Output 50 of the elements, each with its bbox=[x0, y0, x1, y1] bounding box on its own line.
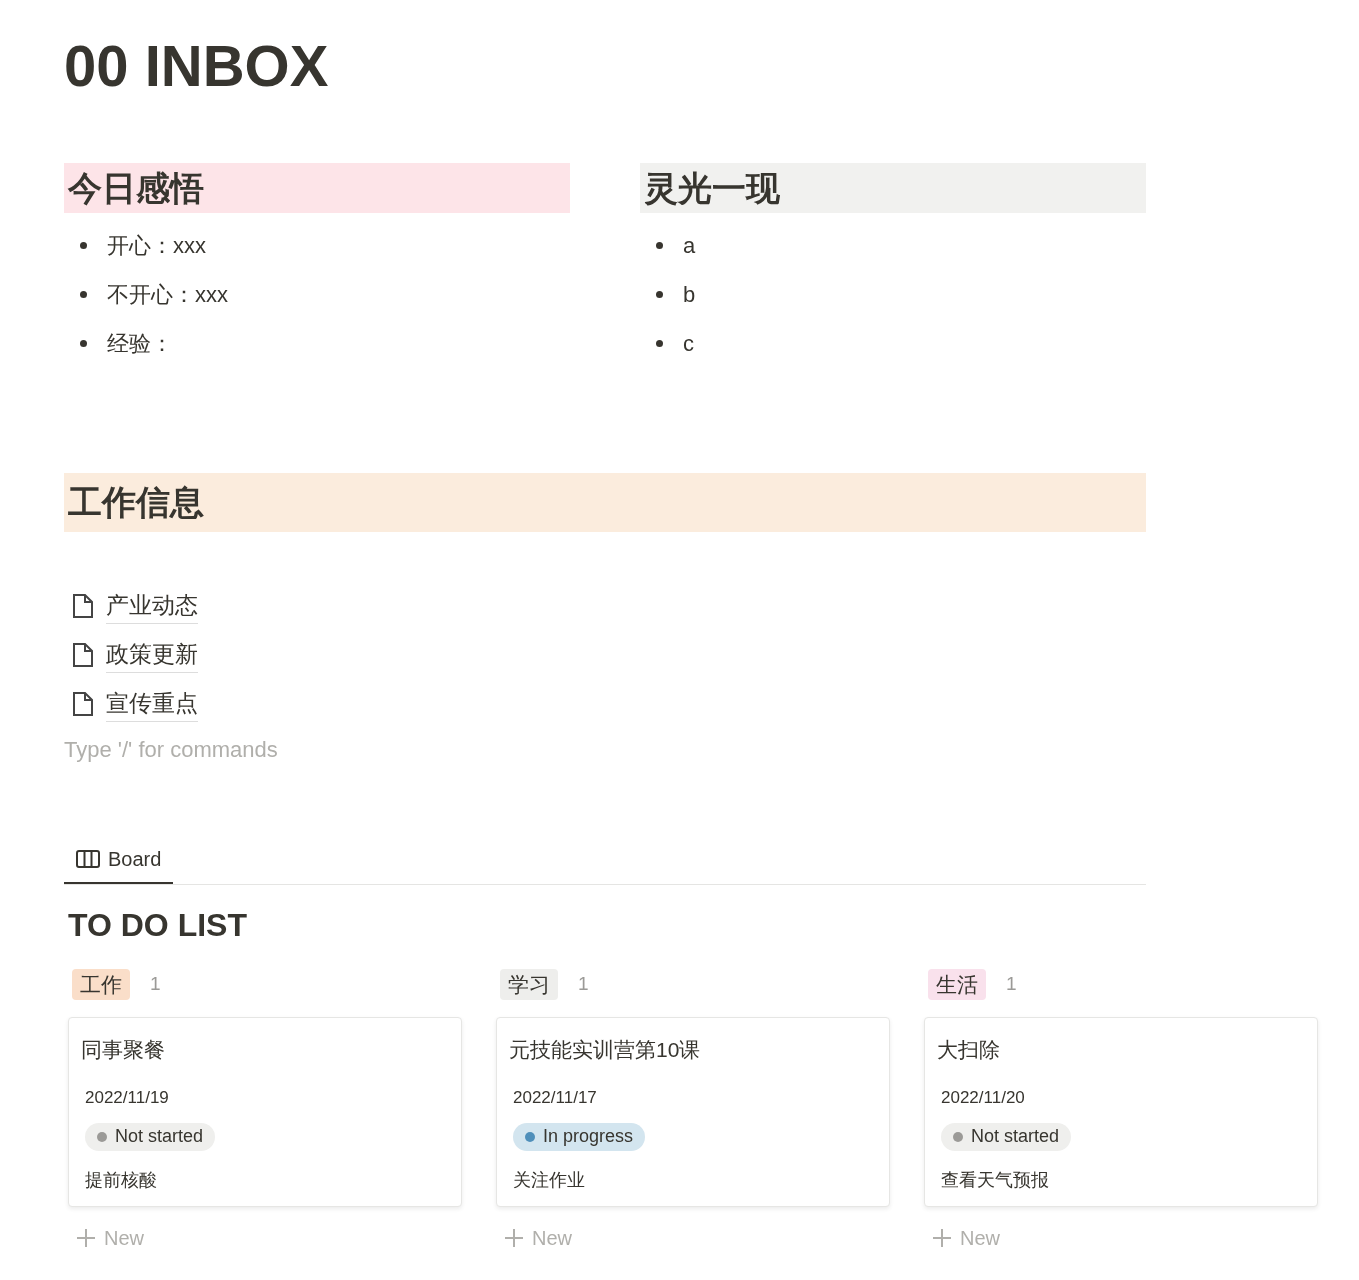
page-link[interactable]: 产业动态 bbox=[106, 588, 198, 624]
bullet-icon bbox=[80, 340, 87, 347]
plus-icon bbox=[932, 1227, 952, 1248]
section-heading: 工作信息 bbox=[64, 473, 1146, 532]
list-item: b bbox=[683, 281, 696, 309]
card-note: 提前核酸 bbox=[85, 1168, 157, 1192]
section-heading: 灵光一现 bbox=[640, 162, 1146, 213]
bullet-icon bbox=[656, 340, 663, 347]
status-tag: Not started bbox=[941, 1122, 1072, 1151]
page-icon bbox=[72, 642, 94, 668]
group-count: 1 bbox=[578, 972, 589, 997]
page-icon bbox=[72, 691, 94, 717]
board-icon bbox=[76, 848, 100, 869]
status-tag: In progress bbox=[513, 1122, 646, 1151]
page-icon bbox=[72, 593, 94, 619]
task-card[interactable]: 大扫除 2022/11/20 Not started 查看天气预报 bbox=[924, 1016, 1318, 1207]
board-title: TO DO LIST bbox=[68, 905, 247, 945]
list-item: 不开心：xxx bbox=[107, 281, 228, 309]
plus-icon bbox=[504, 1227, 524, 1248]
card-date: 2022/11/19 bbox=[85, 1087, 169, 1109]
bullet-icon bbox=[80, 291, 87, 298]
list-item: a bbox=[683, 232, 696, 260]
block-input[interactable]: Type '/' for commands bbox=[64, 732, 464, 766]
group-tag: 学习 bbox=[500, 968, 558, 1001]
section-heading: 今日感悟 bbox=[64, 162, 570, 213]
bullet-icon bbox=[656, 242, 663, 249]
card-title: 元技能实训营第10课 bbox=[509, 1036, 701, 1063]
view-tab[interactable]: Board bbox=[64, 835, 174, 884]
page-link[interactable]: 政策更新 bbox=[106, 637, 198, 673]
task-card[interactable]: 元技能实训营第10课 2022/11/17 In progress 关注作业 bbox=[496, 1016, 890, 1207]
page-title: 00 INBOX bbox=[64, 32, 329, 100]
card-note: 关注作业 bbox=[513, 1168, 585, 1192]
page-link[interactable]: 宣传重点 bbox=[106, 686, 198, 722]
group-tag: 生活 bbox=[928, 968, 986, 1001]
card-title: 同事聚餐 bbox=[81, 1036, 165, 1063]
plus-icon bbox=[76, 1227, 96, 1248]
card-date: 2022/11/17 bbox=[513, 1087, 597, 1109]
list-item: 开心：xxx bbox=[107, 232, 206, 260]
group-tag: 工作 bbox=[72, 968, 130, 1001]
list-item: c bbox=[683, 330, 694, 358]
group-count: 1 bbox=[1006, 972, 1017, 997]
card-note: 查看天气预报 bbox=[941, 1168, 1049, 1192]
bullet-icon bbox=[656, 291, 663, 298]
group-count: 1 bbox=[150, 972, 161, 997]
bullet-icon bbox=[80, 242, 87, 249]
card-title: 大扫除 bbox=[937, 1036, 1000, 1063]
card-date: 2022/11/20 bbox=[941, 1087, 1025, 1109]
list-item: 经验： bbox=[107, 330, 173, 358]
task-card[interactable]: 同事聚餐 2022/11/19 Not started 提前核酸 bbox=[68, 1016, 462, 1207]
status-tag: Not started bbox=[85, 1122, 216, 1151]
